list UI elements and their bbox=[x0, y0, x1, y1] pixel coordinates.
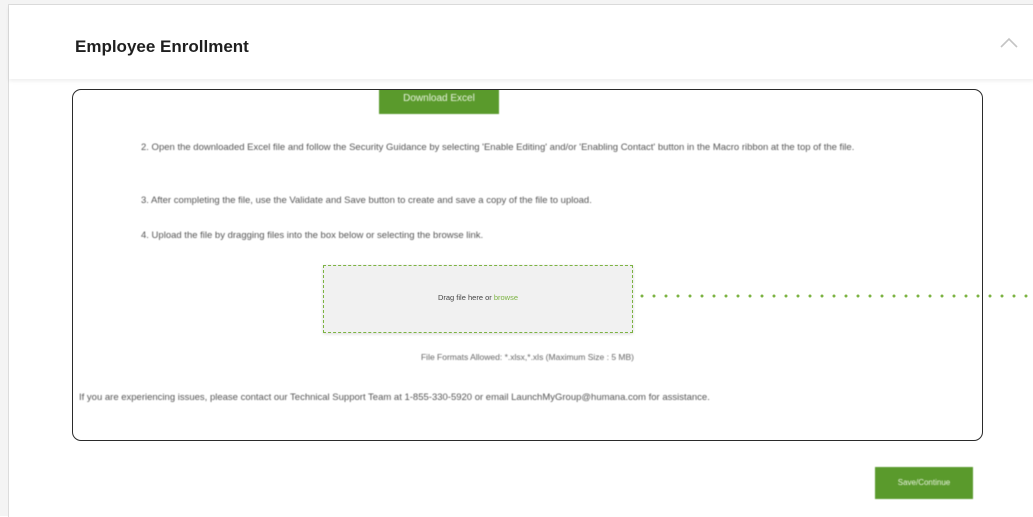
save-continue-button[interactable]: Save/Continue bbox=[875, 467, 973, 499]
step-3-text: 3. After completing the file, use the Va… bbox=[141, 195, 592, 206]
browse-link[interactable]: browse bbox=[494, 293, 518, 302]
section-title: Employee Enrollment bbox=[75, 37, 249, 56]
file-formats-note: File Formats Allowed: *.xlsx,*.xls (Maxi… bbox=[420, 352, 634, 362]
drag-file-text: Drag file here or bbox=[437, 293, 492, 302]
step-4-text: 4. Upload the file by dragging files int… bbox=[141, 230, 484, 241]
support-contact-text: If you are experiencing issues, please c… bbox=[79, 392, 710, 403]
download-excel-button[interactable]: Download Excel bbox=[379, 90, 499, 114]
dotted-connector-line bbox=[640, 294, 1033, 298]
enrollment-card: Employee Enrollment Download Excel 2. Op… bbox=[8, 4, 1033, 517]
file-dropzone[interactable]: Drag file here or browse bbox=[323, 265, 633, 333]
dropzone-label: Drag file here or browse bbox=[324, 293, 632, 302]
chevron-up-icon[interactable] bbox=[998, 35, 1020, 51]
instructions-panel: Download Excel 2. Open the downloaded Ex… bbox=[72, 89, 983, 441]
step-2-text: 2. Open the downloaded Excel file and fo… bbox=[141, 142, 855, 153]
section-header[interactable]: Employee Enrollment bbox=[9, 5, 1033, 79]
page-background: Employee Enrollment Download Excel 2. Op… bbox=[0, 0, 1033, 517]
